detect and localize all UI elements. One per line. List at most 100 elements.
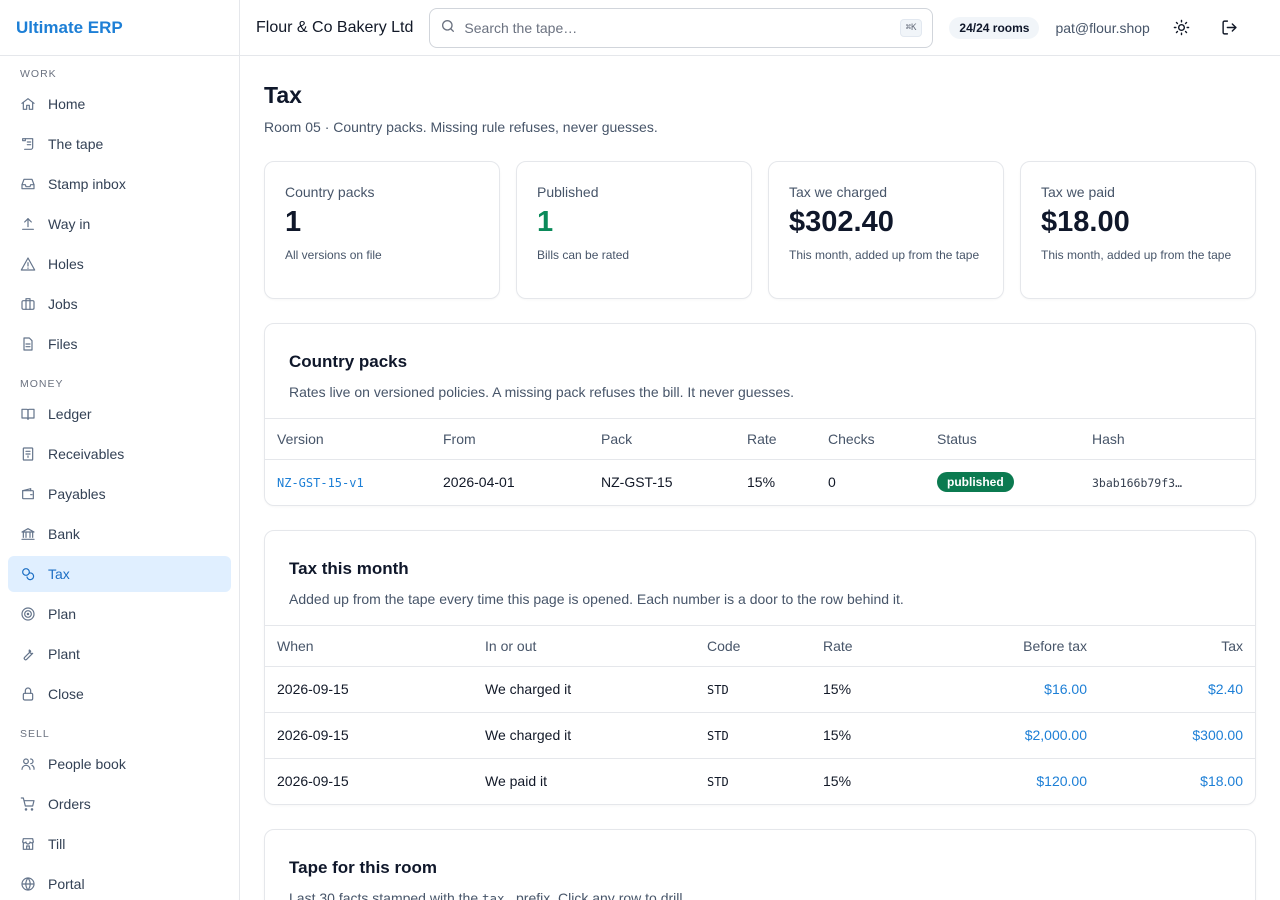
- tax-amount-link[interactable]: $2.40: [1208, 681, 1243, 697]
- search-box[interactable]: ⌘K: [429, 7, 934, 48]
- lock-icon: [20, 686, 36, 702]
- sidebar-item-label: Plant: [48, 646, 80, 662]
- before-tax-link[interactable]: $2,000.00: [1025, 727, 1087, 743]
- column-header[interactable]: Status: [925, 419, 1080, 460]
- cart-icon: [20, 796, 36, 812]
- before-tax-link[interactable]: $16.00: [1044, 681, 1087, 697]
- tax-amount-link[interactable]: $300.00: [1192, 727, 1243, 743]
- sidebar-item-label: Ledger: [48, 406, 92, 422]
- sidebar-item-way-in[interactable]: Way in: [8, 206, 231, 242]
- column-header[interactable]: Rate: [811, 626, 911, 667]
- direction-cell: We charged it: [473, 712, 695, 759]
- search-input[interactable]: [464, 19, 892, 36]
- code-cell: STD: [707, 683, 729, 697]
- tax-this-month-card: Tax this month Added up from the tape ev…: [264, 530, 1256, 805]
- stat-value: 1: [537, 206, 554, 238]
- country-packs-table: Version From Pack Rate Checks Status Has…: [265, 419, 1255, 505]
- column-header[interactable]: From: [431, 419, 589, 460]
- coins-icon: [20, 566, 36, 582]
- tax-amount-link[interactable]: $18.00: [1200, 773, 1243, 789]
- sidebar-item-stamp-inbox[interactable]: Stamp inbox: [8, 166, 231, 202]
- sidebar-item-label: Close: [48, 686, 84, 702]
- stat-note: All versions on file: [285, 248, 382, 262]
- sidebar: Ultimate ERP WORK Home The tape Stamp inbox…: [0, 0, 240, 900]
- page-content: Tax Room 05 · Country packs. Missing rul…: [240, 56, 1280, 900]
- stat-card-tax-paid[interactable]: Tax we paid $18.00 This month, added up …: [1020, 161, 1256, 299]
- version-link[interactable]: NZ-GST-15-v1: [277, 476, 364, 490]
- pack-cell: NZ-GST-15: [601, 474, 673, 491]
- status-badge: published: [937, 472, 1014, 493]
- sidebar-item-plant[interactable]: Plant: [8, 636, 231, 672]
- code-cell: STD: [707, 729, 729, 743]
- sidebar-item-ledger[interactable]: Ledger: [8, 396, 231, 432]
- rooms-badge: 24/24 rooms: [949, 16, 1040, 39]
- warning-icon: [20, 256, 36, 272]
- sidebar-item-portal[interactable]: Portal: [8, 866, 231, 900]
- column-header[interactable]: Code: [695, 626, 811, 667]
- page-subtitle: Room 05 · Country packs. Missing rule re…: [264, 119, 658, 135]
- sidebar-item-plan[interactable]: Plan: [8, 596, 231, 632]
- country-packs-card: Country packs Rates live on versioned po…: [264, 323, 1256, 506]
- table-row[interactable]: NZ-GST-15-v1 2026-04-01 NZ-GST-15 15% 0 …: [265, 459, 1255, 505]
- table-row[interactable]: 2026-09-15 We paid it STD 15% $120.00 $18.00: [265, 758, 1255, 804]
- stat-card-published[interactable]: Published 1 Bills can be rated: [516, 161, 752, 299]
- home-icon: [20, 96, 36, 112]
- main-area: Flour & Co Bakery Ltd ⌘K 24/24 rooms pat…: [240, 0, 1280, 900]
- stat-value: 1: [285, 206, 302, 238]
- table-row[interactable]: 2026-09-15 We charged it STD 15% $16.00 $2.40: [265, 666, 1255, 713]
- column-header[interactable]: Rate: [735, 419, 816, 460]
- card-description: Rates live on versioned policies. A miss…: [289, 384, 795, 400]
- sidebar-item-label: Till: [48, 836, 66, 852]
- card-description: Added up from the tape every time this p…: [289, 591, 904, 607]
- column-header[interactable]: Version: [265, 419, 431, 460]
- brand-logo[interactable]: Ultimate ERP: [0, 0, 239, 56]
- table-row[interactable]: 2026-09-15 We charged it STD 15% $2,000.00 $3…: [265, 712, 1255, 759]
- stat-card-tax-charged[interactable]: Tax we charged $302.40 This month, added…: [768, 161, 1004, 299]
- target-icon: [20, 606, 36, 622]
- sidebar-item-holes[interactable]: Holes: [8, 246, 231, 282]
- column-header[interactable]: Before tax: [911, 626, 1099, 667]
- column-header[interactable]: Pack: [589, 419, 735, 460]
- code-cell: STD: [707, 775, 729, 790]
- sidebar-item-close[interactable]: Close: [8, 676, 231, 712]
- stat-note: This month, added up from the tape: [789, 248, 980, 262]
- sidebar-item-bank[interactable]: Bank: [8, 516, 231, 552]
- company-name[interactable]: Flour & Co Bakery Ltd: [256, 19, 413, 37]
- sidebar-item-label: Receivables: [48, 446, 125, 462]
- column-header[interactable]: When: [265, 626, 473, 667]
- sidebar-item-tax[interactable]: Tax: [8, 556, 231, 592]
- theme-toggle-sun-icon[interactable]: [1166, 12, 1198, 44]
- tape-desc-before: Last 30 facts stamped with the: [289, 890, 482, 900]
- sidebar-item-home[interactable]: Home: [8, 86, 231, 122]
- sidebar-item-till[interactable]: Till: [8, 826, 231, 862]
- stat-card-country-packs[interactable]: Country packs 1 All versions on file: [264, 161, 500, 299]
- scroll-icon: [20, 136, 36, 152]
- sidebar-item-label: Payables: [48, 486, 106, 502]
- sidebar-item-label: Jobs: [48, 296, 78, 312]
- sidebar-item-files[interactable]: Files: [8, 326, 231, 362]
- wallet-icon: [20, 486, 36, 502]
- card-header: Tax this month Added up from the tape ev…: [265, 531, 1255, 626]
- file-icon: [20, 336, 36, 352]
- sidebar-item-the-tape[interactable]: The tape: [8, 126, 231, 162]
- sidebar-item-receivables[interactable]: Receivables: [8, 436, 231, 472]
- logout-icon[interactable]: [1214, 12, 1246, 44]
- hash-cell: 3bab166b79f3…: [1092, 476, 1183, 491]
- column-header[interactable]: In or out: [473, 626, 695, 667]
- nav-section-sell: SELL: [20, 728, 50, 740]
- from-cell: 2026-04-01: [443, 474, 515, 491]
- sidebar-item-people-book[interactable]: People book: [8, 746, 231, 782]
- sidebar-item-payables[interactable]: Payables: [8, 476, 231, 512]
- sidebar-item-orders[interactable]: Orders: [8, 786, 231, 822]
- sidebar-item-label: Stamp inbox: [48, 176, 126, 192]
- column-header[interactable]: Hash: [1080, 419, 1255, 460]
- column-header[interactable]: Checks: [816, 419, 925, 460]
- tax-month-rows: 2026-09-15 We charged it STD 15% $16.00 $2.40…: [265, 666, 1255, 804]
- stat-label: Tax we charged: [789, 184, 888, 200]
- app-root: Ultimate ERP WORK Home The tape Stamp inbox…: [0, 0, 1280, 900]
- before-tax-link[interactable]: $120.00: [1036, 773, 1087, 789]
- stat-value: $18.00: [1041, 206, 1130, 238]
- user-email[interactable]: pat@flour.shop: [1055, 20, 1149, 36]
- sidebar-item-jobs[interactable]: Jobs: [8, 286, 231, 322]
- column-header[interactable]: Tax: [1099, 626, 1255, 667]
